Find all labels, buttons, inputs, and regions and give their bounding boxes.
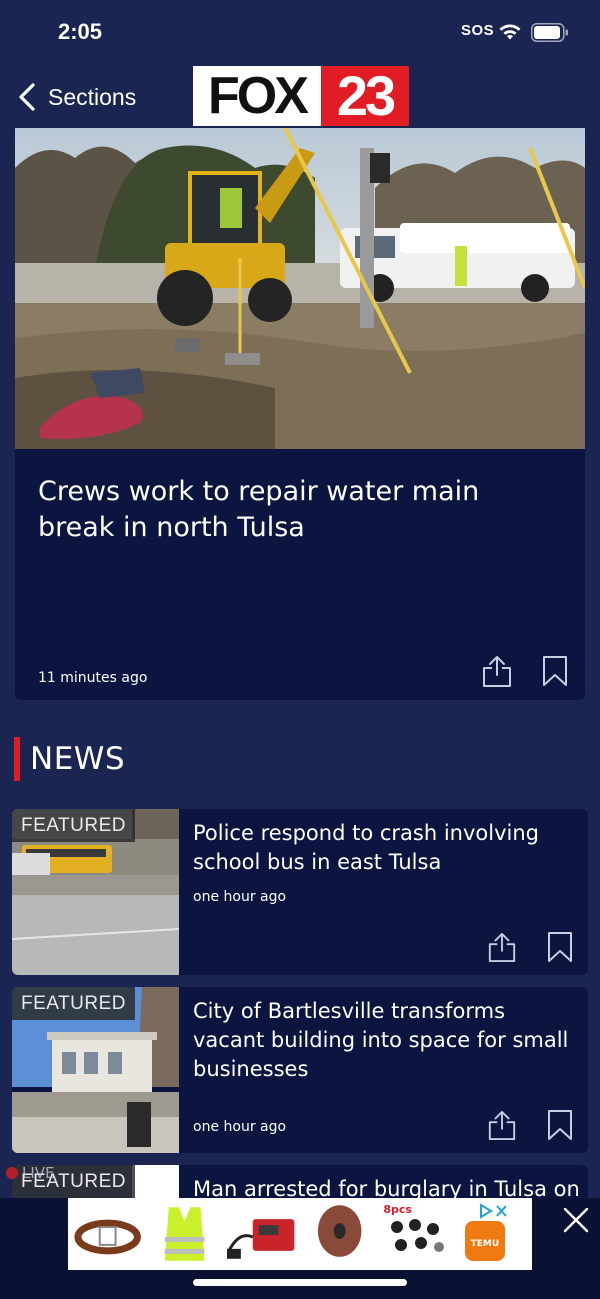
ad-brand-label: TEMU	[470, 1239, 500, 1249]
chevron-left-icon	[19, 83, 35, 111]
section-title: NEWS	[30, 741, 126, 777]
logo-number-text: 23	[321, 66, 409, 126]
top-nav: Sections FOX 23	[0, 62, 600, 128]
home-indicator[interactable]	[193, 1279, 407, 1286]
ad-banner[interactable]: 8pcs TEMU	[68, 1198, 532, 1270]
live-dot	[6, 1167, 18, 1179]
featured-badge: FEATURED	[12, 809, 135, 842]
article-title[interactable]: Police respond to crash involving school…	[193, 819, 581, 877]
bookmark-icon[interactable]	[542, 655, 568, 687]
article-title[interactable]: City of Bartlesville transforms vacant b…	[193, 997, 581, 1084]
share-icon[interactable]	[481, 654, 513, 688]
close-icon[interactable]	[562, 1206, 590, 1234]
article-timestamp: one hour ago	[193, 889, 287, 905]
article-card[interactable]: FEATURED City of Bartlesville transforms…	[12, 987, 588, 1153]
sections-back-button[interactable]: Sections	[16, 80, 136, 114]
article-timestamp: one hour ago	[193, 1119, 287, 1135]
belt-image	[74, 1219, 141, 1255]
status-time: 2:05	[58, 19, 103, 44]
inverter-image	[226, 1219, 295, 1259]
fox23-logo: FOX 23	[193, 66, 409, 126]
section-accent-bar	[14, 737, 20, 781]
status-bar: 2:05 SOS	[0, 0, 600, 62]
bookmark-icon[interactable]	[547, 1109, 573, 1141]
hero-title[interactable]: Crews work to repair water main break in…	[38, 474, 558, 546]
logo-fox-text: FOX	[193, 66, 321, 126]
hero-timestamp: 11 minutes ago	[38, 670, 148, 686]
article-card[interactable]: FEATURED Police respond to crash involvi…	[12, 809, 588, 975]
live-badge[interactable]: LIVE	[6, 1164, 55, 1182]
share-icon[interactable]	[487, 931, 517, 963]
back-label: Sections	[48, 83, 137, 110]
share-icon[interactable]	[487, 1109, 517, 1141]
bookmark-icon[interactable]	[547, 931, 573, 963]
news-section-header: NEWS	[14, 737, 125, 781]
live-label: LIVE	[22, 1164, 55, 1182]
battery-icon	[531, 23, 568, 42]
temu-logo-ad-item: TEMU	[457, 1201, 532, 1267]
screws-image	[391, 1219, 445, 1252]
grinding-discs-image	[317, 1205, 362, 1257]
ad-choices-icon[interactable]	[479, 1203, 509, 1219]
wifi-icon	[499, 24, 521, 40]
hero-article-card[interactable]: Crews work to repair water main break in…	[15, 128, 585, 700]
safety-vest-image	[165, 1207, 205, 1261]
featured-badge: FEATURED	[12, 987, 135, 1020]
hero-image	[15, 128, 585, 449]
sos-indicator: SOS	[461, 22, 495, 39]
screws-ad-item: 8pcs	[379, 1201, 454, 1267]
